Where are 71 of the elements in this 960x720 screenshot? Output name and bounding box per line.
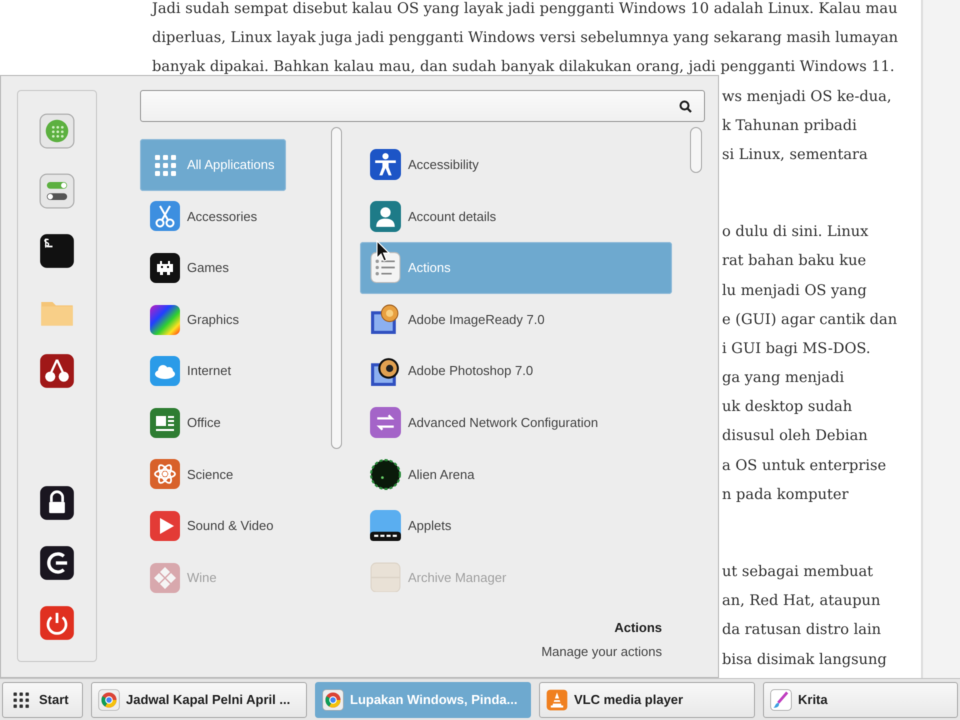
scrollbar-thumb[interactable] [690, 127, 702, 173]
category-item[interactable]: Internet [140, 345, 286, 397]
arrows-icon [369, 406, 402, 440]
taskbar-button[interactable]: Jadwal Kapal Pelni April ... [91, 682, 307, 718]
lock-icon[interactable] [39, 485, 75, 521]
text-line: an, Red Hat, ataupun [722, 592, 880, 610]
rainbow-icon [149, 304, 181, 336]
app-item[interactable]: Adobe ImageReady 7.0 [360, 294, 672, 346]
atom-icon [149, 458, 181, 490]
text-line: disusul oleh Debian [722, 427, 868, 444]
toggles-icon[interactable] [39, 173, 75, 209]
category-item[interactable]: Science [140, 448, 286, 500]
text-line: da ratusan distro lain [722, 621, 882, 638]
box-icon [369, 561, 402, 592]
category-item[interactable]: Graphics [140, 294, 286, 346]
browser-icon [98, 689, 120, 711]
orb-icon [369, 458, 402, 491]
category-item[interactable]: Games [140, 242, 286, 294]
invader-icon [149, 252, 181, 284]
text-line: n pada komputer [722, 486, 848, 503]
description-title: Actions [613, 619, 662, 637]
text-line: uk desktop sudah [722, 398, 852, 416]
taskbar-button[interactable]: VLC media player [539, 682, 755, 718]
mouse-cursor-icon [376, 240, 390, 262]
app-item[interactable]: Accessibility [360, 139, 672, 191]
text-line: k Tahunan pribadi [722, 116, 857, 134]
app-item[interactable]: Applets [360, 500, 672, 552]
text-line: ut sebagai membuat [722, 563, 874, 580]
apps-icon[interactable] [39, 113, 75, 149]
text-line: diperluas, Linux layak juga jadi pengganti Windows versi sebelumnya yang sekarang masih lumayan [152, 29, 898, 46]
app-item[interactable]: Alien Arena [360, 448, 672, 500]
checklist-icon [369, 251, 402, 284]
taskbar-button[interactable]: Krita [763, 682, 958, 718]
app-item[interactable]: Adobe Photoshop 7.0 [360, 345, 672, 397]
traffic-cone-icon [546, 689, 568, 711]
text-line: banyak dipakai. Bahkan kalau mau, dan sudah banyak dilakukan orang, jadi pengganti Windows 11. [152, 58, 895, 76]
text-line: lu menjadi OS yang [722, 282, 867, 298]
category-item[interactable]: Accessories [140, 190, 286, 242]
category-item[interactable]: Sound & Video [140, 500, 286, 552]
text-line: ga yang menjadi [722, 369, 844, 386]
text-line: o dulu di sini. Linux [722, 223, 868, 240]
app-item[interactable]: Advanced Network Configuration [360, 396, 672, 449]
app-item[interactable]: Account details [360, 190, 672, 242]
text-line: si Linux, sementara [722, 146, 868, 163]
cherries-icon[interactable] [39, 353, 75, 389]
text-line: bisa disimak langsung [722, 650, 887, 668]
description-text: Manage your actions [540, 642, 662, 661]
person-icon [369, 148, 402, 182]
diamonds-icon [149, 562, 181, 594]
category-item[interactable]: Office [140, 396, 286, 449]
user-icon [369, 200, 402, 233]
panel-icon [369, 509, 402, 542]
brush-icon [770, 689, 792, 711]
play-icon [149, 510, 181, 542]
power-icon[interactable] [39, 605, 75, 641]
document-icon [149, 406, 181, 439]
terminal-icon[interactable] [39, 233, 75, 269]
start-button[interactable]: Start [2, 682, 83, 718]
scrollbar[interactable] [331, 127, 342, 449]
text-line: rat bahan baku kue [722, 252, 866, 270]
logout-icon[interactable] [39, 545, 75, 581]
text-line: ws menjadi OS ke-dua, [722, 88, 892, 105]
search-field[interactable] [140, 90, 705, 122]
text-line: e (GUI) agar cantik dan [722, 310, 898, 328]
search-icon [679, 100, 692, 112]
text-line: Jadi sudah sempat disebut kalau OS yang layak jadi pengganti Windows 10 adalah Linux. Kalau mau [152, 0, 898, 17]
browser-icon [322, 689, 344, 711]
text-line: a OS untuk enterprise [722, 456, 886, 474]
cloud-icon [149, 355, 181, 388]
scissors-icon [149, 200, 181, 232]
text-line: i GUI bagi MS-DOS. [722, 340, 871, 357]
